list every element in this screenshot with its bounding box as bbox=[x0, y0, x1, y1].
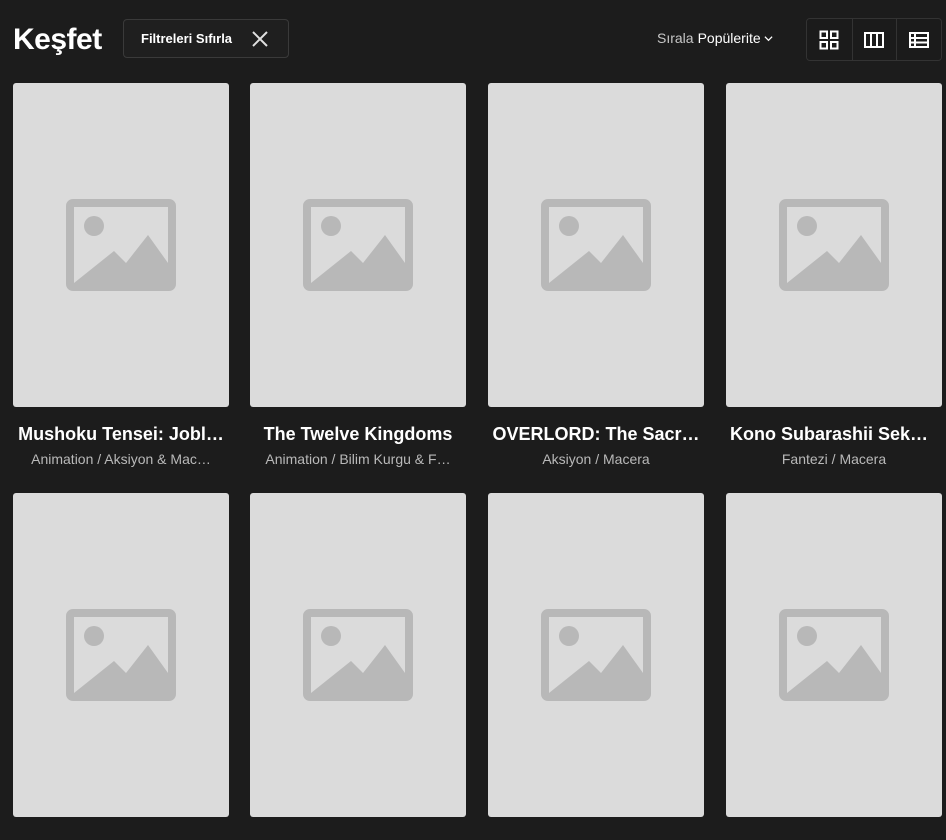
poster-placeholder bbox=[250, 493, 466, 817]
media-card[interactable]: OVERLORD: The Sacr… Aksiyon / Macera bbox=[488, 83, 704, 467]
sort-value: Popülerite bbox=[697, 30, 761, 46]
view-list-button[interactable] bbox=[896, 19, 941, 60]
poster-placeholder bbox=[250, 83, 466, 407]
poster-placeholder bbox=[13, 493, 229, 817]
image-placeholder-icon bbox=[541, 199, 651, 291]
poster-placeholder bbox=[13, 83, 229, 407]
poster-placeholder bbox=[726, 493, 942, 817]
card-title: Mushoku Tensei: Jobl… bbox=[18, 424, 224, 444]
image-placeholder-icon bbox=[66, 609, 176, 701]
poster-placeholder bbox=[488, 493, 704, 817]
image-placeholder-icon bbox=[303, 609, 413, 701]
view-mode-toggle bbox=[806, 18, 942, 61]
top-bar: Keşfet Filtreleri Sıfırla Sırala Popüler… bbox=[0, 0, 946, 80]
poster-placeholder bbox=[726, 83, 942, 407]
list-icon bbox=[909, 31, 930, 48]
poster-placeholder bbox=[488, 83, 704, 407]
image-placeholder-icon bbox=[779, 199, 889, 291]
grid-icon bbox=[819, 30, 839, 49]
media-card[interactable] bbox=[488, 493, 704, 840]
media-card[interactable]: The Twelve Kingdoms Animation / Bilim Ku… bbox=[250, 83, 466, 467]
page-title: Keşfet bbox=[13, 23, 102, 56]
image-placeholder-icon bbox=[541, 609, 651, 701]
image-placeholder-icon bbox=[66, 199, 176, 291]
sort-label: Sırala bbox=[657, 30, 694, 46]
media-card[interactable] bbox=[13, 493, 229, 840]
reset-filters-label: Filtreleri Sıfırla bbox=[141, 31, 233, 46]
close-icon bbox=[252, 31, 268, 47]
card-genres: Aksiyon / Macera bbox=[542, 451, 650, 467]
sort-dropdown[interactable]: Sırala Popülerite bbox=[657, 30, 773, 46]
image-placeholder-icon bbox=[303, 199, 413, 291]
card-title: OVERLORD: The Sacr… bbox=[492, 424, 700, 444]
media-card[interactable]: Mushoku Tensei: Jobl… Animation / Aksiyo… bbox=[13, 83, 229, 467]
image-placeholder-icon bbox=[779, 609, 889, 701]
card-title: The Twelve Kingdoms bbox=[263, 424, 453, 444]
card-genres: Animation / Aksiyon & Mac… bbox=[31, 451, 211, 467]
card-genres: Fantezi / Macera bbox=[781, 451, 887, 467]
chevron-down-icon bbox=[764, 35, 773, 41]
card-title: Kono Subarashii Seka… bbox=[730, 424, 939, 444]
media-card[interactable]: Kono Subarashii Seka… Fantezi / Macera bbox=[726, 83, 942, 467]
media-card[interactable] bbox=[726, 493, 942, 840]
media-card[interactable] bbox=[250, 493, 466, 840]
card-genres: Animation / Bilim Kurgu & F… bbox=[265, 451, 451, 467]
reset-filters-button[interactable]: Filtreleri Sıfırla bbox=[123, 19, 289, 58]
columns-icon bbox=[864, 31, 885, 48]
view-grid-button[interactable] bbox=[807, 19, 852, 60]
view-columns-button[interactable] bbox=[851, 19, 897, 60]
